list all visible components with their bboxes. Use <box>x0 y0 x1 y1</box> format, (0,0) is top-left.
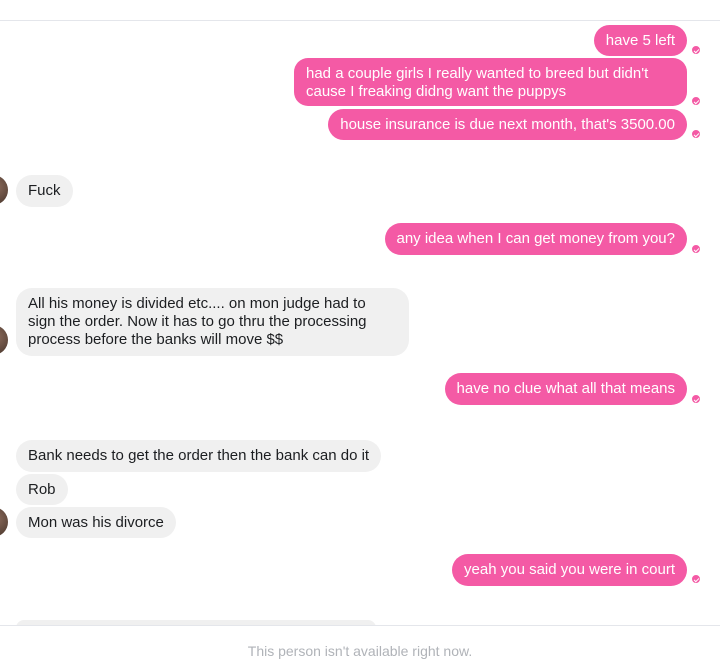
read-receipt-icon <box>692 130 700 138</box>
read-receipt-icon <box>692 46 700 54</box>
contact-avatar[interactable] <box>0 507 8 537</box>
unavailable-status-text: This person isn't available right now. <box>247 643 473 659</box>
contact-avatar[interactable] <box>0 325 8 355</box>
message-bubble-incoming[interactable]: Rob <box>16 474 68 505</box>
contact-avatar[interactable] <box>0 175 8 205</box>
read-receipt-icon <box>692 97 700 105</box>
message-bubble-incoming[interactable]: Mon was his divorce <box>16 507 176 538</box>
message-bubble-outgoing[interactable]: house insurance is due next month, that'… <box>328 109 687 140</box>
read-receipt-icon <box>692 575 700 583</box>
message-bubble-outgoing[interactable]: had a couple girls I really wanted to br… <box>294 58 687 106</box>
top-divider <box>0 20 720 21</box>
message-bubble-outgoing[interactable]: have 5 left <box>593 25 687 56</box>
read-receipt-icon <box>692 395 700 403</box>
message-bubble-outgoing[interactable]: have no clue what all that means <box>444 373 687 405</box>
read-receipt-icon <box>692 245 700 253</box>
message-bubble-outgoing[interactable]: any idea when I can get money from you? <box>384 223 687 255</box>
message-bubble-outgoing[interactable]: yeah you said you were in court <box>452 554 687 586</box>
message-bubble-incoming[interactable]: Bank needs to get the order then the ban… <box>16 440 382 472</box>
message-bubble-incoming[interactable]: All his money is divided etc.... on mon … <box>16 288 409 356</box>
message-bubble-incoming[interactable]: Fuck <box>16 175 73 207</box>
composer-footer: This person isn't available right now. <box>0 625 720 665</box>
